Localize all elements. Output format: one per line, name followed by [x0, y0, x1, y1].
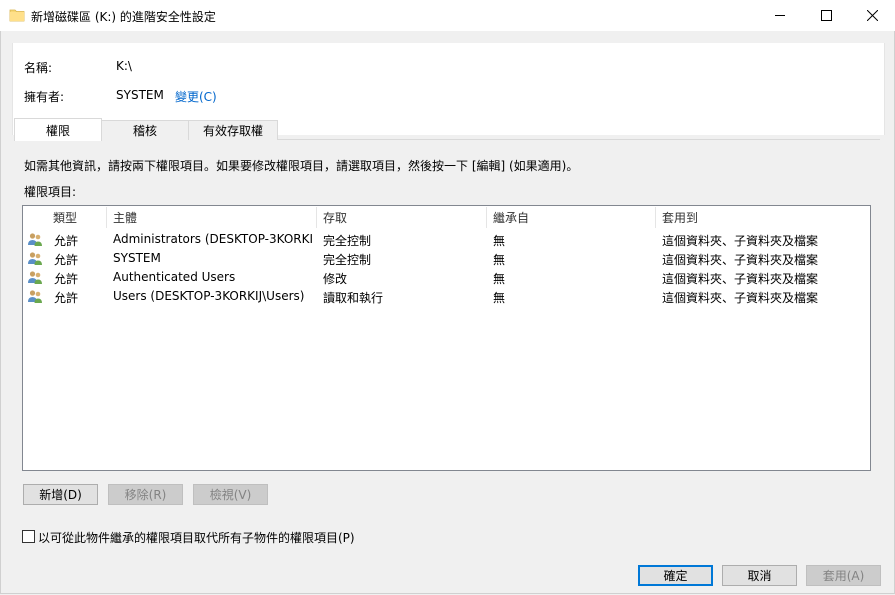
name-label: 名稱: — [24, 61, 53, 75]
minimize-button[interactable] — [757, 0, 803, 31]
owner-label: 擁有者: — [24, 90, 65, 104]
row-principal: Administrators (DESKTOP-3KORKI... — [113, 232, 313, 246]
row-applies-to: 這個資料夾、子資料夾及檔案 — [662, 253, 819, 267]
name-value: K:\ — [116, 59, 132, 73]
row-type: 允許 — [54, 291, 79, 305]
row-access: 完全控制 — [323, 253, 372, 267]
row-type: 允許 — [54, 253, 79, 267]
title-bar[interactable]: 新增磁碟區 (K:) 的進階安全性設定 — [0, 0, 895, 31]
tab-effective-access[interactable]: 有效存取權 — [188, 120, 278, 140]
column-header-inherited-from[interactable]: 繼承自 — [487, 207, 656, 228]
window-title: 新增磁碟區 (K:) 的進階安全性設定 — [31, 10, 216, 24]
owner-value: SYSTEM — [116, 88, 164, 102]
permission-list[interactable]: 類型 主體 存取 繼承自 套用到 允許 Administrators (DESK… — [22, 205, 871, 471]
table-row[interactable]: 允許 Users (DESKTOP-3KORKIJ\Users) 讀取和執行 無… — [23, 287, 868, 306]
table-row[interactable]: 允許 Authenticated Users 修改 無 這個資料夾、子資料夾及檔… — [23, 268, 868, 287]
tab-permissions[interactable]: 權限 — [14, 118, 102, 141]
minimize-icon — [774, 15, 785, 16]
row-inherited-from: 無 — [493, 291, 506, 305]
row-access: 修改 — [323, 272, 348, 286]
instruction-text: 如需其他資訊，請按兩下權限項目。如果要修改權限項目，請選取項目，然後按一下 [編… — [24, 159, 579, 173]
users-icon — [28, 290, 42, 303]
table-row[interactable]: 允許 Administrators (DESKTOP-3KORKI... 完全控… — [23, 230, 868, 249]
replace-child-permissions-checkbox[interactable] — [22, 530, 35, 543]
add-button[interactable]: 新增(D) — [23, 484, 98, 505]
table-row[interactable]: 允許 SYSTEM 完全控制 無 這個資料夾、子資料夾及檔案 — [23, 249, 868, 268]
row-inherited-from: 無 — [493, 253, 506, 267]
row-principal: Users (DESKTOP-3KORKIJ\Users) — [113, 289, 305, 303]
row-access: 完全控制 — [323, 234, 372, 248]
column-header-applies-to[interactable]: 套用到 — [656, 207, 868, 228]
row-inherited-from: 無 — [493, 234, 506, 248]
column-header-type[interactable]: 類型 — [47, 207, 107, 228]
row-principal: Authenticated Users — [113, 270, 236, 284]
folder-icon — [9, 9, 25, 22]
row-applies-to: 這個資料夾、子資料夾及檔案 — [662, 234, 819, 248]
change-owner-link[interactable]: 變更(C) — [175, 88, 217, 105]
column-header-access[interactable]: 存取 — [317, 207, 487, 228]
users-icon — [28, 271, 42, 284]
row-applies-to: 這個資料夾、子資料夾及檔案 — [662, 272, 819, 286]
close-icon — [866, 10, 878, 21]
view-button[interactable]: 檢視(V) — [193, 484, 268, 505]
row-principal: SYSTEM — [113, 251, 161, 265]
remove-button[interactable]: 移除(R) — [108, 484, 183, 505]
tab-auditing[interactable]: 稽核 — [101, 120, 189, 140]
permission-entries-label: 權限項目: — [24, 185, 77, 199]
apply-button[interactable]: 套用(A) — [806, 565, 881, 586]
maximize-button[interactable] — [803, 0, 849, 31]
row-inherited-from: 無 — [493, 272, 506, 286]
column-header-principal[interactable]: 主體 — [107, 207, 317, 228]
replace-child-permissions-label[interactable]: 以可從此物件繼承的權限項目取代所有子物件的權限項目(P) — [38, 529, 355, 546]
row-applies-to: 這個資料夾、子資料夾及檔案 — [662, 291, 819, 305]
row-type: 允許 — [54, 234, 79, 248]
maximize-icon — [820, 10, 832, 21]
ok-button[interactable]: 確定 — [638, 565, 713, 586]
users-icon — [28, 252, 42, 265]
row-type: 允許 — [54, 272, 79, 286]
close-button[interactable] — [849, 0, 895, 31]
users-icon — [28, 233, 42, 246]
row-access: 讀取和執行 — [323, 291, 384, 305]
cancel-button[interactable]: 取消 — [722, 565, 797, 586]
